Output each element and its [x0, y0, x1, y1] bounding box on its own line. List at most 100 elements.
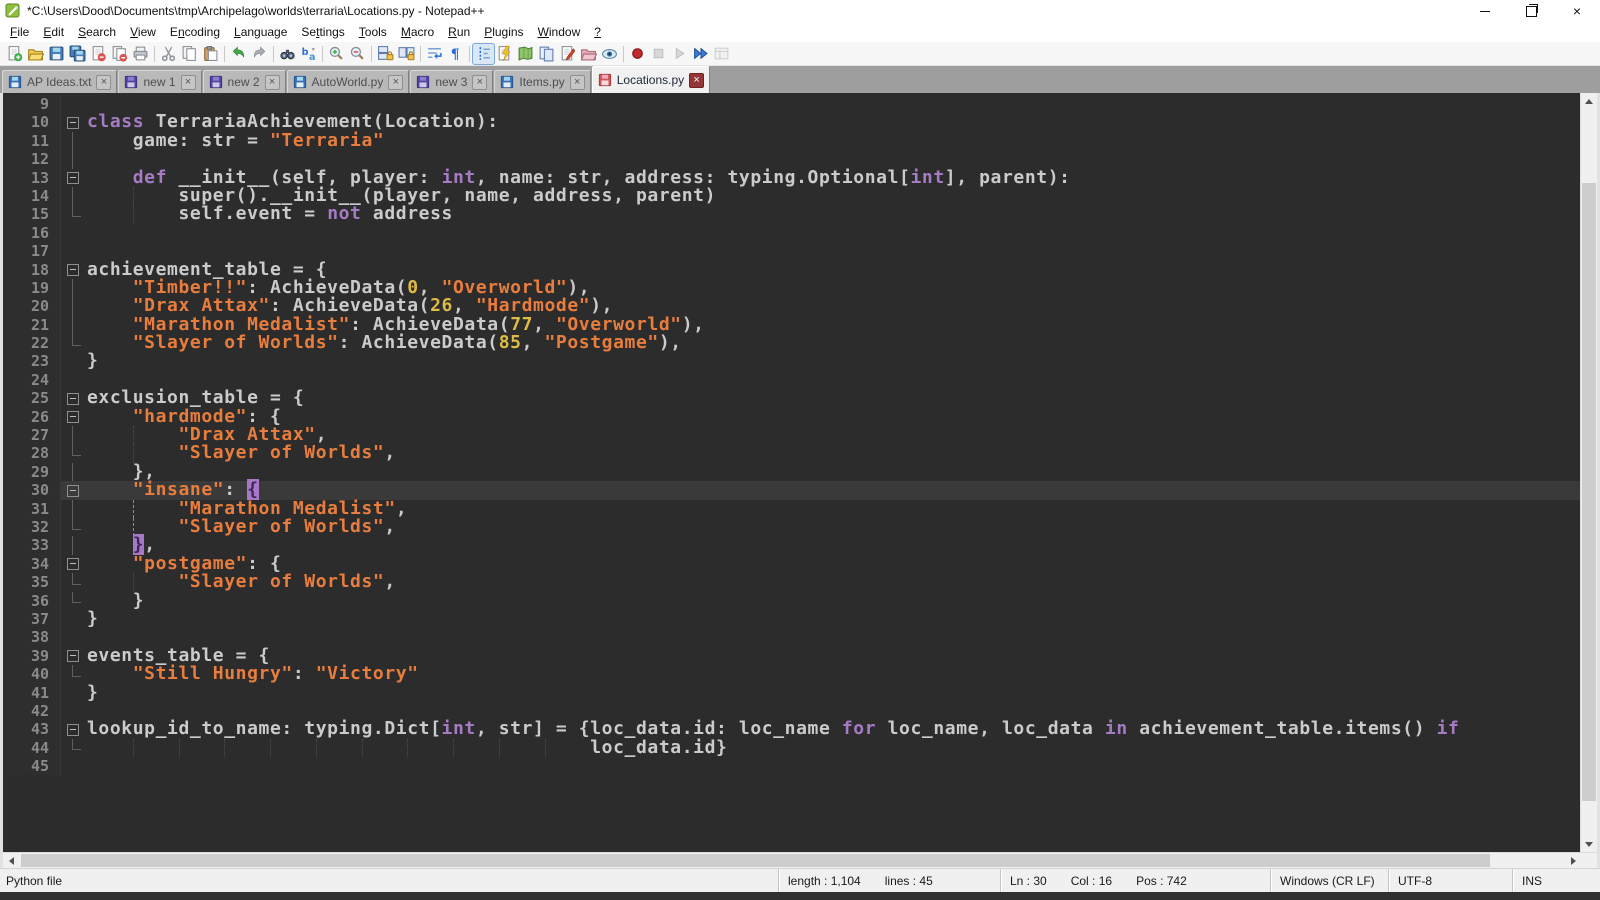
- toolbar-button-copy[interactable]: [179, 44, 200, 64]
- toolbar-button-function-list[interactable]: [557, 44, 578, 64]
- line-number[interactable]: 30: [3, 481, 61, 499]
- line-number[interactable]: 21: [3, 316, 61, 334]
- fold-margin[interactable]: [61, 408, 87, 426]
- menu-edit[interactable]: Edit: [36, 23, 71, 41]
- line-number[interactable]: 37: [3, 610, 61, 628]
- fold-toggle-icon[interactable]: [67, 724, 79, 736]
- close-button[interactable]: ×: [1554, 0, 1600, 22]
- tab-close-icon[interactable]: ×: [181, 75, 196, 90]
- toolbar-button-monitoring[interactable]: [599, 44, 620, 64]
- toolbar-button-run-macro-multiple[interactable]: [690, 44, 711, 64]
- line-number[interactable]: 23: [3, 352, 61, 370]
- vertical-scroll-thumb[interactable]: [1582, 183, 1596, 801]
- line-number[interactable]: 35: [3, 573, 61, 591]
- line-number[interactable]: 11: [3, 132, 61, 150]
- scroll-left-arrow[interactable]: [3, 853, 19, 868]
- code-text[interactable]: "Slayer of Worlds",: [87, 444, 1580, 462]
- fold-toggle-icon[interactable]: [67, 485, 79, 497]
- fold-toggle-icon[interactable]: [67, 558, 79, 570]
- fold-margin[interactable]: [61, 261, 87, 279]
- fold-toggle-icon[interactable]: [67, 650, 79, 662]
- tab-close-icon[interactable]: ×: [265, 75, 280, 90]
- line-number[interactable]: 42: [3, 702, 61, 720]
- code-text[interactable]: self.event = not address: [87, 205, 1580, 223]
- menu-macro[interactable]: Macro: [394, 23, 441, 41]
- toolbar-button-folder-as-workspace[interactable]: [578, 44, 599, 64]
- line-number[interactable]: 15: [3, 205, 61, 223]
- restore-button[interactable]: [1508, 0, 1554, 22]
- toolbar-button-save-all[interactable]: [67, 44, 88, 64]
- line-number[interactable]: 17: [3, 242, 61, 260]
- line-number[interactable]: 41: [3, 684, 61, 702]
- line-number[interactable]: 32: [3, 518, 61, 536]
- toolbar-button-show-indent-guide[interactable]: [473, 44, 494, 64]
- tab-close-icon[interactable]: ×: [472, 75, 487, 90]
- toolbar-button-document-list[interactable]: [536, 44, 557, 64]
- menu-view[interactable]: View: [123, 23, 163, 41]
- code-text[interactable]: "Slayer of Worlds": AchieveData(85, "Pos…: [87, 334, 1580, 352]
- line-number[interactable]: 44: [3, 739, 61, 757]
- menu-tools[interactable]: Tools: [352, 23, 394, 41]
- toolbar-button-undo[interactable]: [228, 44, 249, 64]
- fold-margin[interactable]: [61, 389, 87, 407]
- minimize-button[interactable]: [1462, 0, 1508, 22]
- fold-toggle-icon[interactable]: [67, 393, 79, 405]
- scroll-up-arrow[interactable]: [1581, 93, 1597, 109]
- code-text[interactable]: }: [87, 610, 1580, 628]
- fold-margin[interactable]: [61, 481, 87, 499]
- line-number[interactable]: 25: [3, 389, 61, 407]
- line-number[interactable]: 33: [3, 536, 61, 554]
- menu-settings[interactable]: Settings: [294, 23, 351, 41]
- code-text[interactable]: [87, 757, 1580, 775]
- code-text[interactable]: "Slayer of Worlds",: [87, 518, 1580, 536]
- code-text[interactable]: },: [87, 463, 1580, 481]
- fold-margin[interactable]: [61, 169, 87, 187]
- fold-margin[interactable]: [61, 647, 87, 665]
- line-number[interactable]: 34: [3, 555, 61, 573]
- code-text[interactable]: },: [87, 536, 1580, 554]
- tab-autoworld-py[interactable]: AutoWorld.py×: [287, 70, 410, 93]
- fold-toggle-icon[interactable]: [67, 117, 79, 129]
- toolbar-button-close-all[interactable]: [109, 44, 130, 64]
- toolbar-button-user-defined-language[interactable]: [494, 44, 515, 64]
- toolbar-button-redo[interactable]: [249, 44, 270, 64]
- line-number[interactable]: 18: [3, 261, 61, 279]
- tab-new-1[interactable]: new 1×: [118, 70, 201, 93]
- code-text[interactable]: }: [87, 684, 1580, 702]
- code-text[interactable]: [87, 371, 1580, 389]
- menu-language[interactable]: Language: [227, 23, 294, 41]
- toolbar-button-word-wrap[interactable]: [424, 44, 445, 64]
- toolbar-button-save[interactable]: [46, 44, 67, 64]
- menu-help[interactable]: ?: [587, 23, 608, 41]
- horizontal-scrollbar[interactable]: [3, 852, 1597, 868]
- toolbar-button-document-map[interactable]: [515, 44, 536, 64]
- status-eol-format[interactable]: Windows (CR LF): [1270, 869, 1388, 892]
- toolbar-button-open-file[interactable]: [25, 44, 46, 64]
- status-encoding[interactable]: UTF-8: [1388, 869, 1512, 892]
- code-text[interactable]: game: str = "Terraria": [87, 132, 1580, 150]
- toolbar-button-close[interactable]: [88, 44, 109, 64]
- line-number[interactable]: 9: [3, 95, 61, 113]
- code-text[interactable]: [87, 628, 1580, 646]
- tab-close-icon[interactable]: ×: [570, 75, 585, 90]
- line-number[interactable]: 45: [3, 757, 61, 775]
- line-number[interactable]: 27: [3, 426, 61, 444]
- fold-toggle-icon[interactable]: [67, 172, 79, 184]
- line-number[interactable]: 40: [3, 665, 61, 683]
- line-number[interactable]: 39: [3, 647, 61, 665]
- toolbar-button-zoom-out[interactable]: [347, 44, 368, 64]
- line-number[interactable]: 16: [3, 224, 61, 242]
- toolbar-button-replace[interactable]: ba: [298, 44, 319, 64]
- tab-close-icon[interactable]: ×: [96, 75, 111, 90]
- fold-toggle-icon[interactable]: [67, 264, 79, 276]
- line-number[interactable]: 29: [3, 463, 61, 481]
- tab-items-py[interactable]: Items.py×: [494, 70, 590, 93]
- tab-close-icon[interactable]: ×: [388, 75, 403, 90]
- line-number[interactable]: 20: [3, 297, 61, 315]
- toolbar-button-show-all-characters[interactable]: ¶: [445, 44, 466, 64]
- code-text[interactable]: "Still Hungry": "Victory": [87, 665, 1580, 683]
- tab-new-2[interactable]: new 2×: [203, 70, 286, 93]
- line-number[interactable]: 12: [3, 150, 61, 168]
- line-number[interactable]: 28: [3, 444, 61, 462]
- line-number[interactable]: 19: [3, 279, 61, 297]
